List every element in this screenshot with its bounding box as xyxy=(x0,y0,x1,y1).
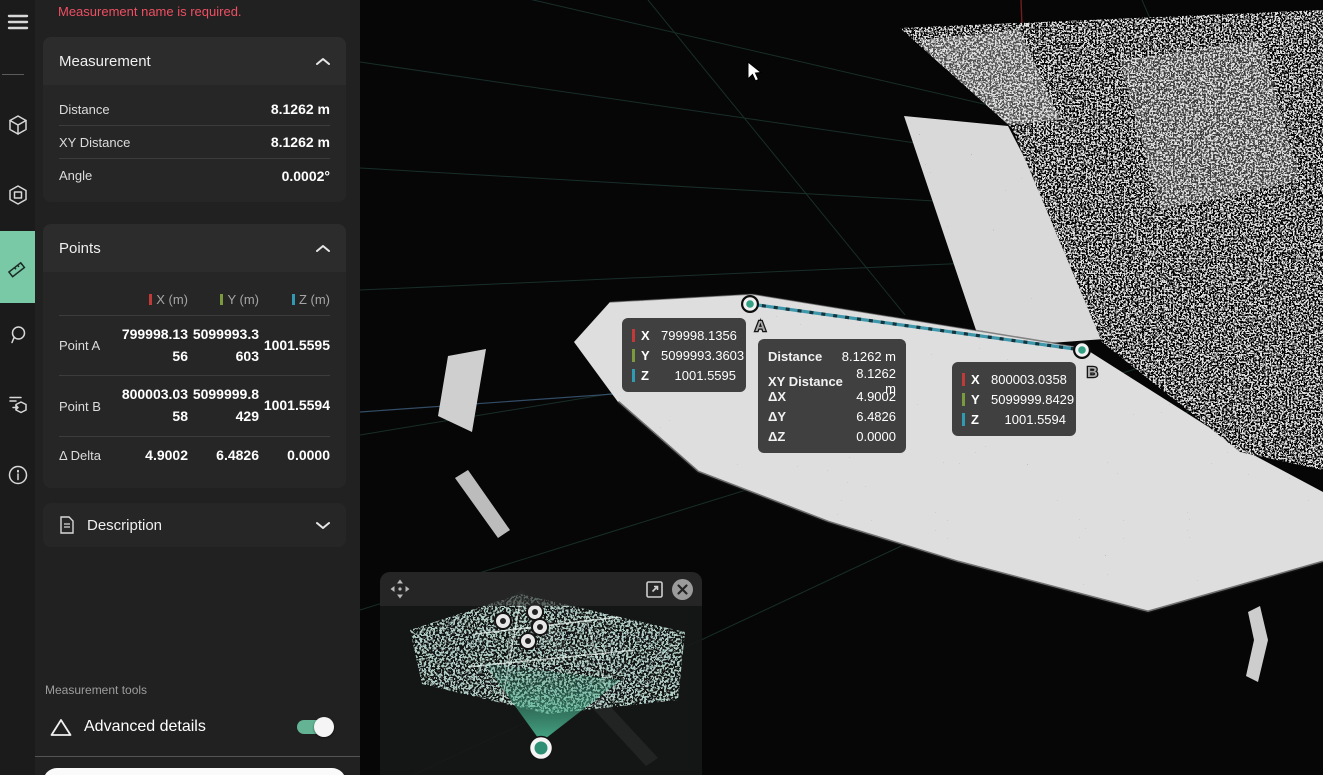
description-title: Description xyxy=(87,517,316,534)
z-axis-color-bar xyxy=(292,294,295,305)
distance-label: Distance xyxy=(59,102,110,117)
rail-divider xyxy=(2,74,24,75)
advanced-details-row: Advanced details xyxy=(45,711,345,743)
description-card: Description xyxy=(43,503,346,547)
minimap-close-button[interactable] xyxy=(668,575,696,603)
minimap-header[interactable] xyxy=(380,572,702,606)
export-view-icon xyxy=(7,394,29,416)
points-table-header: X (m) Y (m) Z (m) xyxy=(59,292,330,315)
chevron-down-icon[interactable] xyxy=(316,521,330,530)
column-x: X (m) xyxy=(119,292,188,307)
tool-clipping-button[interactable] xyxy=(0,173,35,217)
document-icon xyxy=(59,516,75,534)
chevron-up-icon[interactable] xyxy=(316,57,330,66)
xy-distance-row: XY Distance 8.1262 m xyxy=(59,126,330,159)
distance-tooltip: Distance 8.1262 m XY Distance 8.1262 m Δ… xyxy=(758,339,906,453)
triangle-icon xyxy=(50,718,72,737)
point-b-row: Point B 800003.0358 5099999.8429 1001.55… xyxy=(59,375,330,435)
minimap-move-button[interactable] xyxy=(386,575,414,603)
x-axis-color-bar xyxy=(632,329,635,342)
column-y: Y (m) xyxy=(190,292,259,307)
advanced-details-label: Advanced details xyxy=(84,718,297,736)
validation-error: Measurement name is required. xyxy=(58,4,242,19)
ruler-icon xyxy=(6,255,30,279)
minimap-expand-button[interactable] xyxy=(640,575,668,603)
info-icon xyxy=(7,464,29,486)
tool-info-button[interactable] xyxy=(0,453,35,497)
menu-button[interactable] xyxy=(0,8,35,36)
measurement-tools-label: Measurement tools xyxy=(45,683,147,697)
measurement-card-header[interactable]: Measurement xyxy=(43,37,346,85)
tool-measure-button[interactable] xyxy=(0,231,35,303)
tool-export-view-button[interactable] xyxy=(0,383,35,427)
distance-row: Distance 8.1262 m xyxy=(59,93,330,126)
points-table: X (m) Y (m) Z (m) Point A 799998.1356 50… xyxy=(43,272,346,488)
xy-distance-value: 8.1262 m xyxy=(271,134,330,150)
point-cloud-viewport[interactable]: A B X 799998.1356 Y 5099993.3603 xyxy=(360,0,1323,775)
move-icon xyxy=(389,578,411,600)
clipping-box-icon xyxy=(7,184,29,206)
column-z: Z (m) xyxy=(261,292,330,307)
x-axis-color-bar xyxy=(962,373,965,386)
y-axis-color-bar xyxy=(632,349,635,362)
measurement-card-title: Measurement xyxy=(59,53,151,70)
points-card-title: Points xyxy=(59,240,101,257)
angle-value: 0.0002° xyxy=(282,168,330,184)
point-a-tooltip: X 799998.1356 Y 5099993.3603 Z 1001.5595 xyxy=(622,318,746,392)
panel-divider xyxy=(35,756,360,757)
minimap-camera-marker[interactable] xyxy=(530,737,553,760)
app-window: Measurement name is required. Measuremen… xyxy=(0,0,1323,775)
point-a-row: Point A 799998.1356 5099993.3603 1001.55… xyxy=(59,315,330,375)
expand-icon xyxy=(645,580,664,599)
point-b-tooltip: X 800003.0358 Y 5099999.8429 Z 1001.5594 xyxy=(952,362,1076,436)
toggle-knob xyxy=(314,717,334,737)
hamburger-icon xyxy=(7,13,29,31)
marker-b-label: B xyxy=(1087,364,1098,381)
angle-row: Angle 0.0002° xyxy=(59,159,330,192)
x-axis-color-bar xyxy=(149,294,152,305)
advanced-details-toggle[interactable] xyxy=(297,719,331,735)
tool-model-button[interactable] xyxy=(0,103,35,147)
z-axis-color-bar xyxy=(632,369,635,382)
measurement-sidebar: Measurement name is required. Measuremen… xyxy=(35,0,360,775)
y-axis-color-bar xyxy=(962,393,965,406)
tool-rail xyxy=(0,0,35,775)
angle-label: Angle xyxy=(59,168,92,183)
xy-distance-label: XY Distance xyxy=(59,135,130,150)
cube-icon xyxy=(7,114,29,136)
marker-a-label: A xyxy=(755,318,766,335)
delta-row: Δ Delta 4.9002 6.4826 0.0000 xyxy=(59,436,330,475)
z-axis-color-bar xyxy=(962,413,965,426)
pin-icon xyxy=(7,324,29,346)
description-card-header[interactable]: Description xyxy=(43,503,346,547)
primary-action-button[interactable] xyxy=(43,768,346,775)
distance-value: 8.1262 m xyxy=(271,101,330,117)
chevron-up-icon[interactable] xyxy=(316,244,330,253)
close-icon xyxy=(671,578,694,601)
points-card-header[interactable]: Points xyxy=(43,224,346,272)
minimap-panel[interactable] xyxy=(380,572,702,775)
points-card: Points X (m) Y (m) Z (m) Point A 799998.… xyxy=(43,224,346,488)
measurement-card: Measurement Distance 8.1262 m XY Distanc… xyxy=(43,37,346,202)
tool-annotation-button[interactable] xyxy=(0,313,35,357)
y-axis-color-bar xyxy=(220,294,223,305)
